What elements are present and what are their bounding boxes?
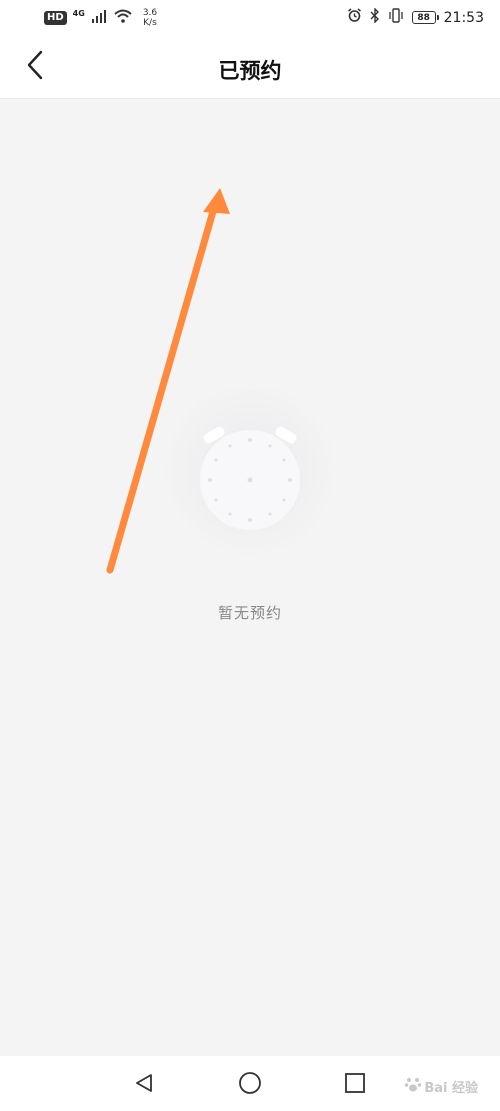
nav-home-button[interactable] — [233, 1068, 267, 1102]
watermark-text: Bai 经验 — [424, 1080, 478, 1096]
status-left: HD 4G 3.6 K/s — [44, 8, 157, 28]
wifi-icon — [113, 9, 133, 27]
status-right: 88 21:53 — [347, 7, 484, 27]
triangle-back-icon — [133, 1072, 155, 1098]
alarm-clock-icon — [0, 390, 500, 560]
vibrate-icon — [388, 8, 404, 27]
status-time: 21:53 — [443, 9, 484, 26]
battery-icon: 88 — [411, 11, 439, 24]
page-header: 已预约 — [0, 36, 500, 99]
empty-state-text: 暂无预约 — [217, 604, 282, 622]
watermark: Bai 经验 — [404, 1075, 478, 1097]
signal-icon — [91, 9, 107, 27]
app-screen: HD 4G 3.6 K/s 88 21:53 已预约 暂无预约 Bai 经验 — [0, 0, 500, 1111]
nav-recent-button[interactable] — [338, 1068, 372, 1102]
status-bar: HD 4G 3.6 K/s 88 21:53 — [0, 0, 500, 36]
bluetooth-icon — [370, 7, 380, 27]
alarm-icon — [347, 8, 362, 27]
speed-value: 3.6 — [142, 8, 158, 18]
page-title: 已预约 — [218, 59, 282, 83]
hd-badge: HD — [44, 11, 67, 25]
square-recent-icon — [344, 1072, 366, 1098]
circle-home-icon — [238, 1071, 262, 1099]
paw-icon — [404, 1075, 422, 1097]
empty-state: 暂无预约 — [0, 390, 500, 623]
battery-level: 88 — [417, 12, 430, 23]
network-type: 4G — [72, 8, 85, 18]
nav-back-button[interactable] — [127, 1068, 161, 1102]
system-nav-bar: Bai 经验 — [0, 1056, 500, 1111]
network-speed: 3.6 K/s — [143, 8, 157, 28]
speed-unit: K/s — [143, 18, 157, 28]
